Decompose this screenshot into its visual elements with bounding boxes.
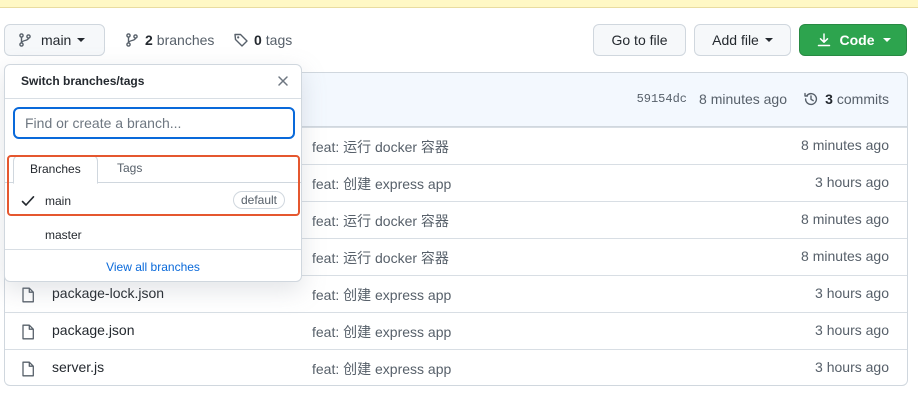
tab-branches[interactable]: Branches (13, 155, 98, 184)
branch-select-button[interactable]: main (4, 24, 105, 56)
add-file-label: Add file (712, 32, 759, 48)
branches-label: branches (156, 32, 215, 48)
commit-age: 3 hours ago (815, 322, 889, 338)
branches-count: 2 (145, 32, 153, 48)
commit-message[interactable]: feat: 创建 express app (312, 285, 451, 305)
caret-down-icon (882, 38, 891, 42)
file-icon (22, 361, 34, 377)
branch-select-label: main (41, 32, 72, 48)
commit-time: 8 minutes ago (699, 91, 787, 107)
tags-count: 0 (254, 32, 262, 48)
commit-message[interactable]: feat: 运行 docker 容器 (312, 248, 449, 268)
code-button[interactable]: Code (799, 24, 907, 56)
file-name[interactable]: package-lock.json (52, 285, 164, 301)
commits-count: 3 (825, 91, 833, 107)
file-row[interactable]: server.js feat: 创建 express app 3 hours a… (5, 349, 907, 385)
go-to-file-button[interactable]: Go to file (593, 24, 686, 56)
tags-label: tags (265, 32, 293, 48)
git-branch-icon (126, 33, 138, 47)
check-icon (21, 196, 35, 206)
file-row[interactable]: package.json feat: 创建 express app 3 hour… (5, 312, 907, 349)
commit-message[interactable]: feat: 创建 express app (312, 322, 451, 342)
tag-icon (234, 33, 248, 47)
flash-banner (0, 0, 918, 8)
branch-name: master (45, 228, 82, 242)
commit-sha[interactable]: 59154dc (637, 92, 687, 106)
commit-age: 8 minutes ago (801, 137, 889, 153)
dropdown-footer: View all branches (5, 249, 301, 281)
dropdown-header: Switch branches/tags (5, 65, 301, 99)
branch-search-input[interactable] (13, 107, 295, 139)
file-name[interactable]: package.json (52, 322, 135, 338)
file-icon (22, 287, 34, 303)
dropdown-title: Switch branches/tags (21, 74, 145, 88)
branch-name: main (45, 194, 72, 208)
commit-age: 8 minutes ago (801, 248, 889, 264)
download-icon (817, 33, 830, 47)
dropdown-tabs: Branches Tags (5, 155, 301, 184)
tags-link[interactable]: 0 tags (233, 30, 292, 50)
commits-link[interactable]: 3 commits (803, 91, 889, 107)
history-icon (804, 92, 818, 106)
caret-down-icon (764, 38, 773, 42)
commit-message[interactable]: feat: 创建 express app (312, 359, 451, 379)
tab-tags[interactable]: Tags (101, 155, 158, 184)
commit-age: 3 hours ago (815, 359, 889, 375)
commits-label: commits (836, 91, 889, 107)
commit-age: 3 hours ago (815, 174, 889, 190)
branches-link[interactable]: 2 branches (124, 30, 214, 50)
code-label: Code (839, 32, 875, 48)
go-to-file-label: Go to file (611, 32, 668, 48)
commit-age: 3 hours ago (815, 285, 889, 301)
view-all-branches-link[interactable]: View all branches (106, 260, 200, 274)
file-icon (22, 324, 34, 340)
commit-message[interactable]: feat: 创建 express app (312, 174, 451, 194)
default-badge: default (232, 191, 285, 209)
commit-message[interactable]: feat: 运行 docker 容器 (312, 211, 449, 231)
git-branch-icon (19, 33, 31, 47)
caret-down-icon (77, 38, 86, 42)
commit-age: 8 minutes ago (801, 211, 889, 227)
commit-message[interactable]: feat: 运行 docker 容器 (312, 137, 449, 157)
add-file-button[interactable]: Add file (694, 24, 791, 56)
close-icon[interactable] (275, 73, 291, 89)
branch-item-master[interactable]: master (5, 217, 301, 251)
branch-dropdown: Switch branches/tags Branches Tags main … (4, 64, 302, 282)
branch-item-main[interactable]: main default (5, 183, 301, 217)
file-name[interactable]: server.js (52, 359, 104, 375)
